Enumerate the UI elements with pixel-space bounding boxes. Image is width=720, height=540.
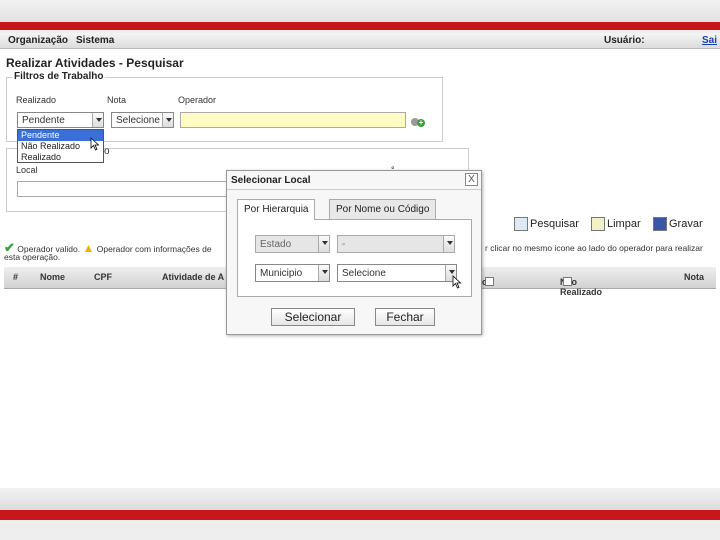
- legend-line-2: esta operação.: [4, 252, 61, 262]
- chevron-down-icon[interactable]: [318, 265, 329, 281]
- cancel-button[interactable]: Fechar: [375, 308, 435, 326]
- estado-value-select[interactable]: -: [337, 235, 455, 253]
- search-icon: [514, 217, 528, 231]
- estado-select[interactable]: Estado: [255, 235, 330, 253]
- estado-label: Estado: [260, 239, 292, 250]
- col-nao-realizado-checkbox[interactable]: [563, 277, 572, 286]
- local-label: Local: [16, 165, 38, 175]
- municipio-type-select[interactable]: Municipio: [255, 264, 330, 282]
- col-number[interactable]: #: [13, 272, 18, 282]
- dialog-title-separator: [227, 189, 481, 190]
- municipio-select[interactable]: Selecione: [337, 264, 457, 282]
- select-location-dialog: Selecionar Local X Por Hierarquia Por No…: [226, 170, 482, 335]
- menu-organizacao[interactable]: Organização: [8, 35, 68, 46]
- nota-label: Nota: [107, 95, 127, 105]
- logout-link[interactable]: Sai: [702, 35, 717, 46]
- floppy-disk-icon: [653, 217, 667, 231]
- partial-legend-text: o: [104, 146, 110, 157]
- eraser-icon: [591, 217, 605, 231]
- mouse-cursor-icon: [90, 137, 100, 151]
- legend-warning: Operador com informações de: [96, 244, 212, 254]
- close-icon[interactable]: X: [465, 173, 478, 186]
- col-nota[interactable]: Nota: [684, 272, 704, 282]
- chevron-down-icon[interactable]: [318, 236, 329, 252]
- realizado-select[interactable]: Pendente: [17, 112, 104, 128]
- estado-value: -: [342, 239, 346, 250]
- col-partial-checkbox[interactable]: [485, 277, 494, 286]
- dialog-title: Selecionar Local: [231, 175, 311, 186]
- tab-por-nome-codigo[interactable]: Por Nome ou Código: [329, 199, 437, 219]
- legend-right-text: r clicar no mesmo icone ao lado do opera…: [485, 243, 703, 253]
- tab-por-hierarquia[interactable]: Por Hierarquia: [237, 199, 316, 220]
- footer-red-stripe: [0, 510, 720, 520]
- municipio-value: Selecione: [342, 268, 386, 279]
- hierarchy-panel: Estado - Municipio Selecione: [237, 219, 472, 297]
- footer-light-band: [0, 520, 720, 540]
- option-realizado[interactable]: Realizado: [18, 152, 103, 163]
- top-band: [0, 0, 720, 22]
- top-red-stripe: [0, 22, 720, 30]
- menu-bar: Organização Sistema Usuário: Sai: [0, 33, 720, 49]
- col-atividade[interactable]: Atividade de A: [162, 272, 224, 282]
- user-label: Usuário:: [604, 35, 645, 46]
- save-button[interactable]: Gravar: [653, 216, 703, 232]
- clear-button-label: Limpar: [607, 218, 641, 230]
- clear-button[interactable]: Limpar: [591, 216, 641, 232]
- mouse-cursor-icon: [452, 275, 462, 289]
- local-input[interactable]: [17, 181, 229, 197]
- realizado-label: Realizado: [16, 95, 57, 105]
- col-nome[interactable]: Nome: [40, 272, 65, 282]
- select-button[interactable]: Selecionar: [271, 308, 355, 326]
- filters-legend: Filtros de Trabalho: [12, 71, 106, 82]
- page-title: Realizar Atividades - Pesquisar: [6, 56, 184, 70]
- col-cpf[interactable]: CPF: [94, 272, 112, 282]
- chevron-down-icon[interactable]: [162, 113, 173, 127]
- nota-select-value: Selecione: [116, 115, 160, 126]
- operador-input[interactable]: [180, 112, 406, 128]
- warning-icon: ▲: [82, 241, 95, 255]
- save-button-label: Gravar: [669, 218, 703, 230]
- add-operator-icon[interactable]: +: [411, 116, 425, 128]
- chevron-down-icon[interactable]: [92, 113, 103, 127]
- footer-band: [0, 488, 720, 510]
- realizado-select-value: Pendente: [22, 115, 65, 126]
- chevron-down-icon[interactable]: [443, 236, 454, 252]
- search-button-label: Pesquisar: [530, 218, 579, 230]
- municipio-label: Municipio: [260, 268, 303, 279]
- operador-label: Operador: [178, 95, 217, 105]
- search-button[interactable]: Pesquisar: [514, 216, 579, 232]
- nota-select[interactable]: Selecione: [111, 112, 174, 128]
- menu-sistema[interactable]: Sistema: [76, 35, 114, 46]
